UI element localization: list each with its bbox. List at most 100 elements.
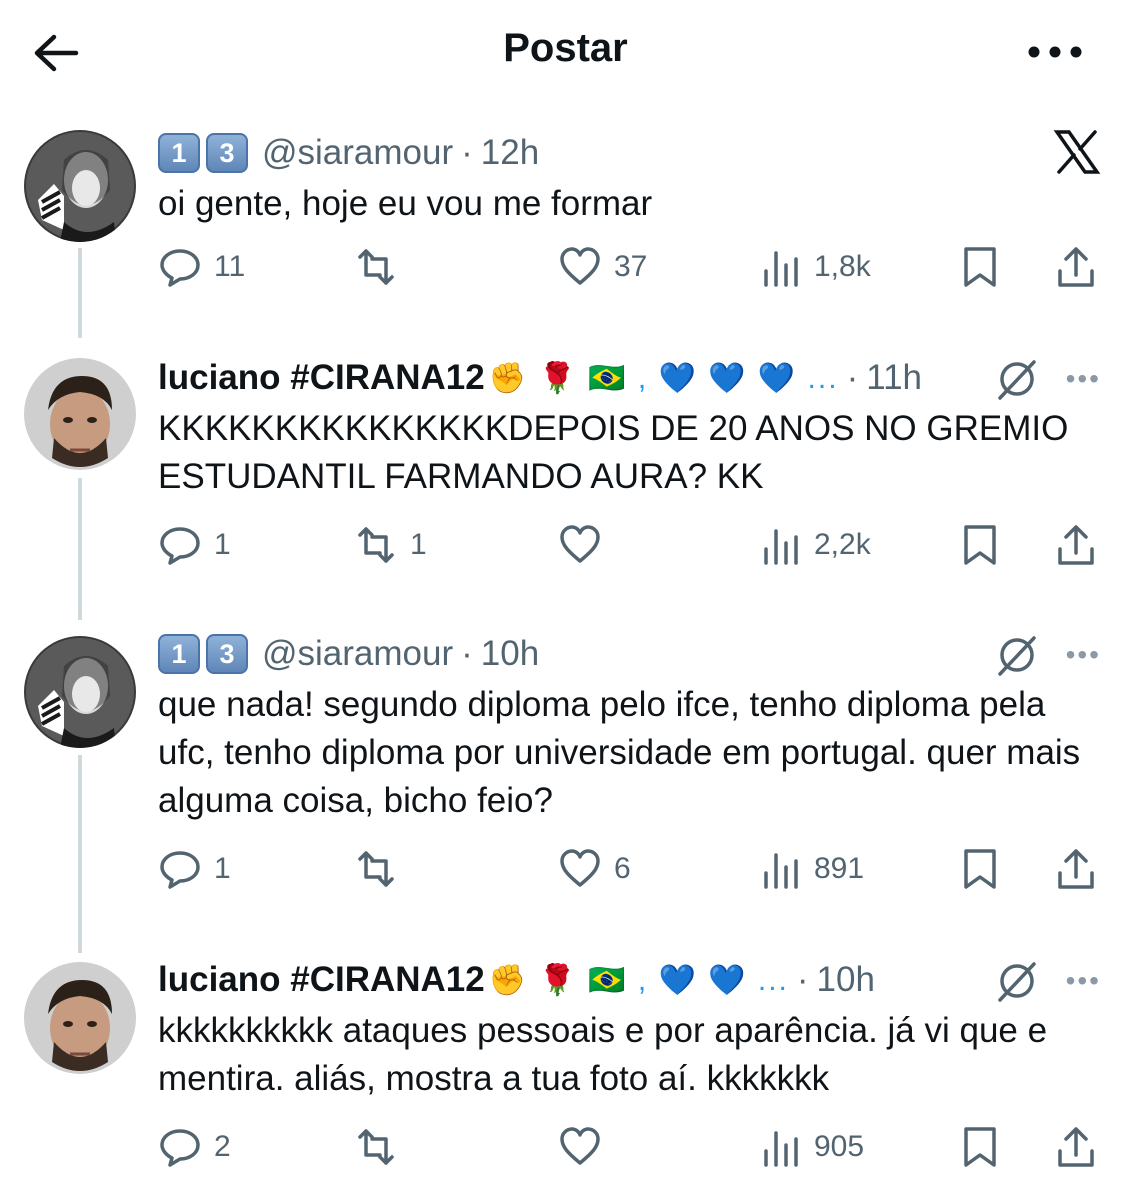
action-bar: 1 6 891 [158, 844, 1103, 894]
bookmark-icon [964, 849, 996, 889]
views-icon [764, 853, 798, 889]
views-button[interactable]: 905 [758, 1122, 864, 1172]
post-text: que nada! segundo diploma pelo ifce, ten… [158, 685, 1081, 820]
grok-icon [997, 360, 1036, 400]
repost-button[interactable] [354, 242, 410, 292]
number-badge: 1 [158, 133, 200, 173]
like-button[interactable] [558, 1122, 614, 1172]
reply-button[interactable]: 11 [158, 242, 245, 292]
post[interactable]: luciano #CIRANA12 ✊ 🌹 🇧🇷 , 💙 💙 ... · 10h… [0, 952, 1131, 1192]
heart-icon [560, 1127, 600, 1165]
avatar[interactable] [24, 962, 136, 1074]
like-button[interactable]: 6 [558, 844, 631, 894]
avatar[interactable] [24, 130, 136, 242]
post-header: 1 3 @siaramour · 12h [158, 128, 1103, 178]
view-count: 891 [814, 852, 865, 885]
views-icon [764, 251, 798, 287]
bookmark-button[interactable] [958, 844, 1002, 894]
more-icon[interactable]: ••• [1066, 639, 1101, 671]
bookmark-icon [964, 247, 996, 287]
view-count: 905 [814, 1130, 865, 1163]
post-time[interactable]: 10h [817, 960, 875, 1000]
grok-icon [997, 962, 1036, 1002]
post-header: luciano #CIRANA12 ✊ 🌹 🇧🇷 , 💙 💙 💙 ... · 1… [158, 353, 1103, 403]
post-text: kkkkkkkkkk ataques pessoais e por aparên… [158, 1011, 1048, 1098]
action-bar: 2 905 [158, 1122, 1103, 1172]
reply-icon [160, 1129, 200, 1167]
share-icon [1058, 1127, 1094, 1167]
separator-dot: · [796, 960, 809, 999]
reply-button[interactable]: 1 [158, 520, 231, 570]
top-bar: Postar [0, 0, 1131, 105]
heart-icon [560, 525, 600, 563]
more-horizontal-icon [1028, 46, 1082, 58]
bookmark-button[interactable] [958, 1122, 1002, 1172]
display-name[interactable]: luciano #CIRANA12 [158, 358, 485, 398]
more-icon[interactable]: ••• [1066, 965, 1101, 997]
reply-button[interactable]: 1 [158, 844, 231, 894]
bookmark-button[interactable] [958, 520, 1002, 570]
reply-count: 11 [214, 250, 246, 283]
heart-icon [560, 849, 600, 887]
separator-dot: · [846, 358, 859, 397]
post-time[interactable]: 11h [866, 358, 922, 398]
reply-count: 1 [214, 528, 231, 561]
repost-button[interactable] [354, 844, 410, 894]
like-count: 37 [614, 250, 648, 283]
views-button[interactable]: 2,2k [758, 520, 871, 570]
post-time[interactable]: 12h [481, 133, 539, 173]
bookmark-icon [964, 525, 996, 565]
views-button[interactable]: 1,8k [758, 242, 871, 292]
share-icon [1058, 525, 1094, 565]
repost-icon [358, 1129, 394, 1165]
repost-icon [358, 527, 394, 563]
x-logo-icon [1053, 130, 1101, 174]
user-handle[interactable]: @siaramour [262, 133, 453, 173]
share-icon [1058, 849, 1094, 889]
share-button[interactable] [1054, 844, 1098, 894]
like-button[interactable] [558, 520, 614, 570]
repost-icon [358, 851, 394, 887]
action-bar: 11 37 1,8k [158, 242, 1103, 292]
separator-dot: · [461, 133, 473, 172]
reply-icon [160, 851, 200, 889]
reply-icon [160, 249, 200, 287]
post[interactable]: 1 3 @siaramour · 10h que nada! segundo d… [0, 626, 1131, 916]
display-name[interactable]: luciano #CIRANA12 [158, 960, 485, 1000]
number-badge: 1 [158, 634, 200, 674]
repost-count: 1 [410, 528, 427, 561]
bookmark-button[interactable] [958, 242, 1002, 292]
reply-count: 1 [214, 852, 231, 885]
share-button[interactable] [1054, 1122, 1098, 1172]
post[interactable]: luciano #CIRANA12 ✊ 🌹 🇧🇷 , 💙 💙 💙 ... · 1… [0, 350, 1131, 610]
post-text: KKKKKKKKKKKKKKKDEPOIS DE 20 ANOS NO GREM… [158, 409, 1069, 496]
avatar[interactable] [24, 358, 136, 470]
name-emojis: ✊ 🌹 🇧🇷 , 💙 💙 ... [488, 963, 789, 997]
post[interactable]: 1 3 @siaramour · 12h oi gente, hoje eu v… [0, 120, 1131, 320]
like-count: 6 [614, 852, 631, 885]
number-badge: 3 [206, 634, 248, 674]
action-bar: 1 1 2,2k [158, 520, 1103, 570]
post-header: 1 3 @siaramour · 10h [158, 629, 1103, 679]
number-badge: 3 [206, 133, 248, 173]
share-button[interactable] [1054, 520, 1098, 570]
views-button[interactable]: 891 [758, 844, 864, 894]
repost-icon [358, 249, 394, 285]
views-icon [764, 529, 798, 565]
reply-count: 2 [214, 1130, 231, 1163]
reply-button[interactable]: 2 [158, 1122, 231, 1172]
post-time[interactable]: 10h [481, 634, 539, 674]
name-emojis: ✊ 🌹 🇧🇷 , 💙 💙 💙 ... [488, 361, 839, 395]
user-handle[interactable]: @siaramour [262, 634, 453, 674]
post-text: oi gente, hoje eu vou me formar [158, 184, 653, 223]
repost-button[interactable] [354, 1122, 410, 1172]
like-button[interactable]: 37 [558, 242, 647, 292]
separator-dot: · [461, 634, 473, 673]
reply-icon [160, 527, 200, 565]
repost-button[interactable]: 1 [354, 520, 427, 570]
more-icon[interactable]: ••• [1066, 363, 1101, 395]
more-options-button[interactable] [1025, 30, 1085, 74]
avatar[interactable] [24, 636, 136, 748]
share-button[interactable] [1054, 242, 1098, 292]
grok-icon [997, 636, 1036, 676]
